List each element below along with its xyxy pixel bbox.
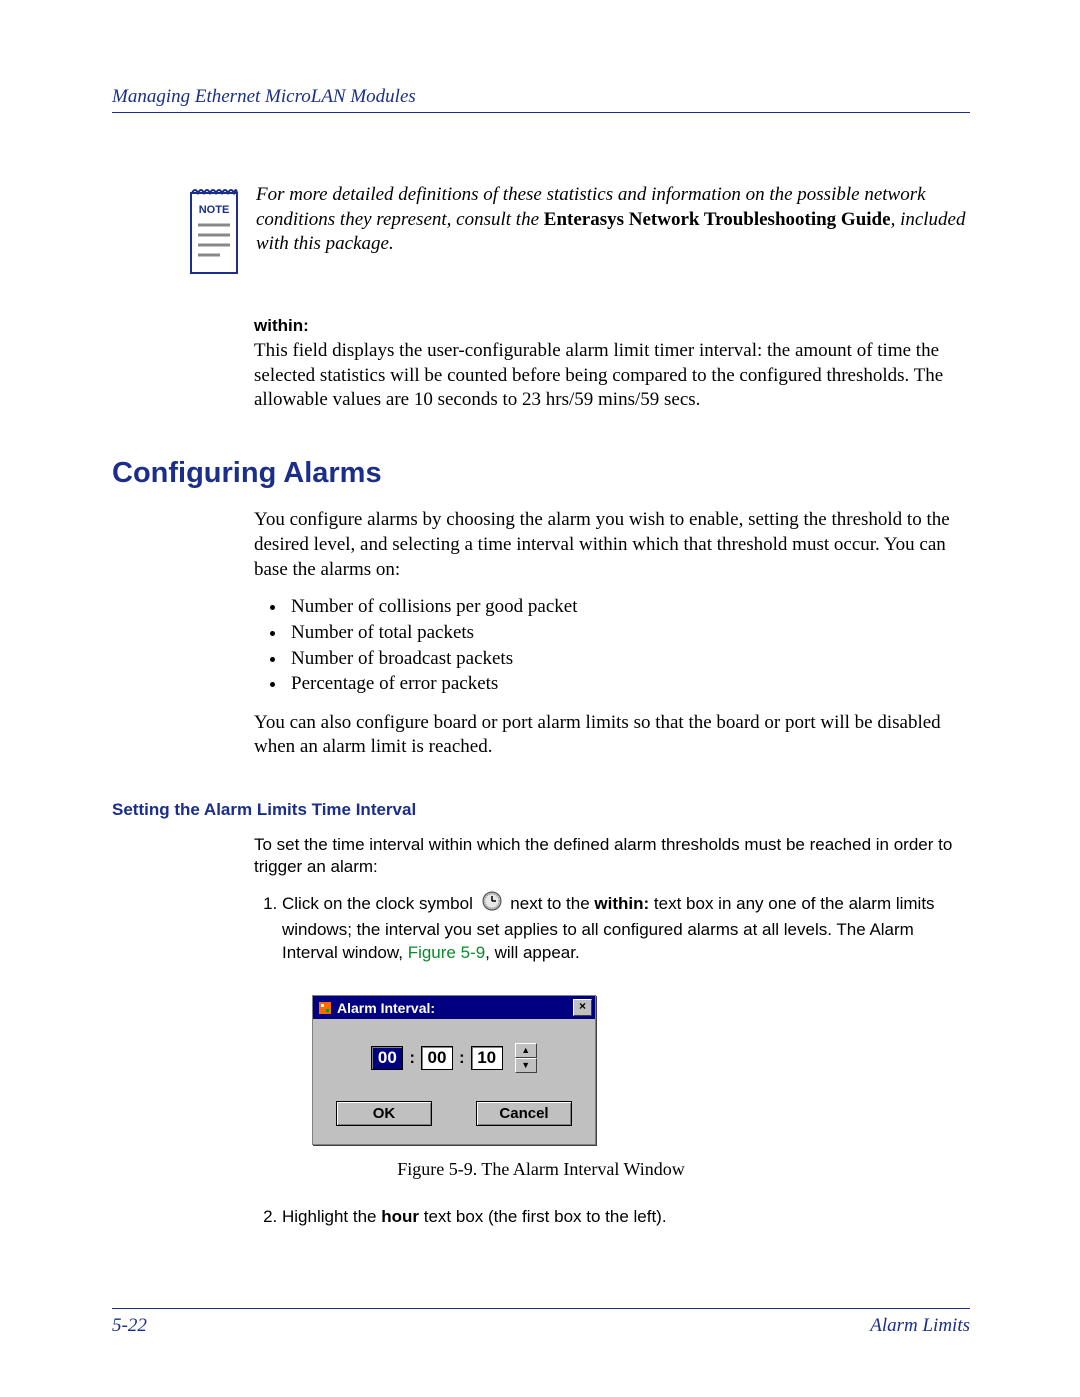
figure-5-9: Alarm Interval: × 00 : 00 : 10 ▲ ▼ O	[312, 995, 594, 1145]
step-2: Highlight the hour text box (the first b…	[282, 1206, 970, 1229]
clock-icon	[481, 890, 503, 919]
step-1: Click on the clock symbol next to the wi…	[282, 890, 970, 965]
spin-buttons: ▲ ▼	[515, 1043, 537, 1073]
list-item: Number of collisions per good packet	[287, 594, 970, 620]
step2-b: text box (the first box to the left).	[419, 1207, 667, 1226]
figure-reference[interactable]: Figure 5-9	[408, 943, 485, 962]
list-item: Percentage of error packets	[287, 671, 970, 697]
step2-hour: hour	[381, 1207, 419, 1226]
alarm-basis-list: Number of collisions per good packet Num…	[112, 594, 970, 697]
page-footer: 5-22 Alarm Limits	[112, 1308, 970, 1337]
dialog-title: Alarm Interval:	[337, 1000, 435, 1016]
dialog-body: 00 : 00 : 10 ▲ ▼ OK Cancel	[313, 1019, 595, 1144]
page-header: Managing Ethernet MicroLAN Modules	[112, 86, 970, 113]
section-heading: Configuring Alarms	[112, 457, 970, 490]
within-label: within:	[254, 315, 970, 337]
minutes-field[interactable]: 00	[421, 1046, 453, 1070]
steps-list-cont: Highlight the hour text box (the first b…	[254, 1206, 970, 1229]
subsection-intro: To set the time interval within which th…	[254, 834, 970, 878]
step1-within: within:	[594, 894, 649, 913]
step1-a: Click on the clock symbol	[282, 894, 478, 913]
list-item: Number of total packets	[287, 620, 970, 646]
cancel-button[interactable]: Cancel	[476, 1101, 572, 1126]
seconds-field[interactable]: 10	[471, 1046, 503, 1070]
spin-down-button[interactable]: ▼	[515, 1058, 537, 1073]
hours-field[interactable]: 00	[371, 1046, 403, 1070]
time-sep: :	[459, 1048, 465, 1068]
spin-up-button[interactable]: ▲	[515, 1043, 537, 1058]
section-intro: You configure alarms by choosing the ala…	[254, 508, 970, 582]
dialog-titlebar[interactable]: Alarm Interval: ×	[313, 996, 595, 1019]
app-icon	[319, 1002, 331, 1014]
within-block: within: This field displays the user-con…	[254, 315, 970, 413]
close-button[interactable]: ×	[573, 999, 592, 1016]
subsection-heading: Setting the Alarm Limits Time Interval	[112, 800, 970, 820]
section-outro: You can also configure board or port ala…	[254, 711, 970, 760]
alarm-interval-dialog: Alarm Interval: × 00 : 00 : 10 ▲ ▼ O	[312, 995, 596, 1145]
figure-caption: Figure 5-9. The Alarm Interval Window	[112, 1159, 970, 1180]
note-icon: NOTE	[190, 183, 238, 275]
list-item: Number of broadcast packets	[287, 646, 970, 672]
note-block: NOTE For more detailed definitions of th…	[190, 183, 970, 275]
note-guide-name: Enterasys Network Troubleshooting Guide	[544, 209, 891, 230]
step1-d: , will appear.	[485, 943, 580, 962]
step1-b: next to the	[506, 894, 595, 913]
ok-button[interactable]: OK	[336, 1101, 432, 1126]
steps-list: Click on the clock symbol next to the wi…	[254, 890, 970, 965]
time-row: 00 : 00 : 10 ▲ ▼	[327, 1043, 581, 1073]
step2-a: Highlight the	[282, 1207, 381, 1226]
within-text: This field displays the user-configurabl…	[254, 340, 943, 410]
note-text: For more detailed definitions of these s…	[256, 183, 970, 257]
time-sep: :	[409, 1048, 415, 1068]
footer-section: Alarm Limits	[870, 1315, 970, 1337]
page-number: 5-22	[112, 1315, 147, 1337]
note-label-text: NOTE	[199, 204, 230, 216]
